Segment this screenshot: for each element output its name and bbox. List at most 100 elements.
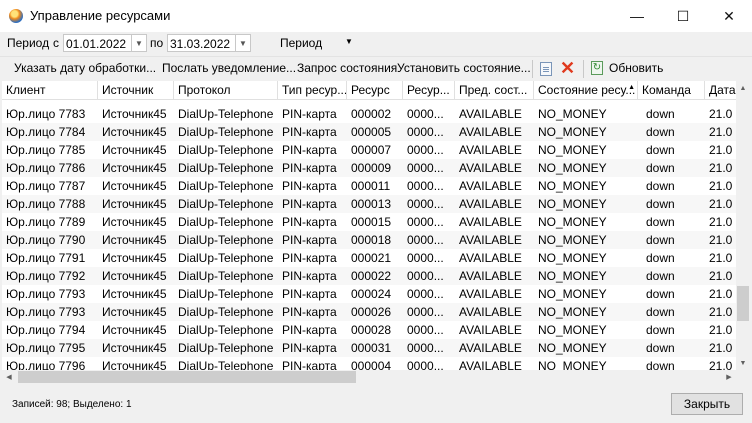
cell-prev-state: AVAILABLE bbox=[459, 125, 522, 139]
cell-resource-type: PIN-карта bbox=[282, 125, 337, 139]
set-state-button[interactable]: Установить состояние... bbox=[397, 61, 531, 75]
table-row[interactable]: Юр.лицо 7790 Источник45 DialUp-Telephone PI… bbox=[2, 231, 738, 249]
maximize-button[interactable]: ☐ bbox=[660, 0, 706, 32]
column-header-resource-state[interactable]: Состояние ресу... ▲ bbox=[534, 81, 638, 99]
cell-command: down bbox=[646, 215, 675, 229]
cell-resource: 000028 bbox=[351, 323, 392, 337]
cell-resource: 000015 bbox=[351, 215, 392, 229]
cell-resource-state: NO_MONEY bbox=[538, 341, 607, 355]
scroll-up-icon[interactable]: ▲ bbox=[736, 81, 750, 95]
cell-resource: 000021 bbox=[351, 251, 392, 265]
cell-resource: 000005 bbox=[351, 125, 392, 139]
column-header-client[interactable]: Клиент bbox=[2, 81, 98, 99]
cell-protocol: DialUp-Telephone bbox=[178, 287, 274, 301]
cell-protocol: DialUp-Telephone bbox=[178, 323, 274, 337]
vertical-scroll-thumb[interactable] bbox=[737, 286, 749, 321]
cell-command: down bbox=[646, 179, 675, 193]
query-state-button[interactable]: Запрос состояния bbox=[297, 61, 397, 75]
column-header-resource-state-label: Состояние ресу... bbox=[538, 83, 636, 97]
cell-command: down bbox=[646, 143, 675, 157]
table-row[interactable]: Юр.лицо 7794 Источник45 DialUp-Telephone PI… bbox=[2, 321, 738, 339]
column-header-resource-2[interactable]: Ресур... bbox=[403, 81, 455, 99]
cell-client: Юр.лицо 7793 bbox=[6, 287, 86, 301]
table-row[interactable]: Юр.лицо 7787 Источник45 DialUp-Telephone PI… bbox=[2, 177, 738, 195]
table-row[interactable]: Юр.лицо 7785 Источник45 DialUp-Telephone PI… bbox=[2, 141, 738, 159]
table-row[interactable]: Юр.лицо 7791 Источник45 DialUp-Telephone PI… bbox=[2, 249, 738, 267]
refresh-button[interactable]: Обновить bbox=[609, 61, 663, 75]
cell-resource-state: NO_MONEY bbox=[538, 161, 607, 175]
cell-protocol: DialUp-Telephone bbox=[178, 251, 274, 265]
cell-resource-type: PIN-карта bbox=[282, 179, 337, 193]
period-type-select[interactable]: Период ▼ bbox=[280, 36, 360, 50]
cell-resource-type: PIN-карта bbox=[282, 107, 337, 121]
cell-resource-2: 0000... bbox=[407, 323, 444, 337]
delete-icon[interactable]: ✕ bbox=[560, 59, 575, 77]
column-header-resource[interactable]: Ресурс bbox=[347, 81, 403, 99]
cell-resource-state: NO_MONEY bbox=[538, 233, 607, 247]
cell-resource: 000009 bbox=[351, 161, 392, 175]
app-globe-icon bbox=[9, 9, 23, 23]
table-row[interactable]: Юр.лицо 7789 Источник45 DialUp-Telephone PI… bbox=[2, 213, 738, 231]
cell-protocol: DialUp-Telephone bbox=[178, 161, 274, 175]
cell-resource-state: NO_MONEY bbox=[538, 269, 607, 283]
cell-source: Источник45 bbox=[102, 341, 167, 355]
from-label: с bbox=[53, 36, 59, 50]
close-button[interactable]: Закрыть bbox=[671, 393, 743, 415]
cell-resource-type: PIN-карта bbox=[282, 323, 337, 337]
cell-command: down bbox=[646, 161, 675, 175]
date-to-picker[interactable]: 31.03.2022 ▼ bbox=[167, 34, 251, 52]
cell-resource-type: PIN-карта bbox=[282, 287, 337, 301]
refresh-icon[interactable]: ↻ bbox=[591, 61, 603, 75]
period-type-value: Период bbox=[280, 36, 323, 50]
period-filter-bar: Период с 01.01.2022 ▼ по 31.03.2022 ▼ Пе… bbox=[0, 32, 752, 54]
close-window-button[interactable]: ✕ bbox=[706, 0, 752, 32]
table-row[interactable]: Юр.лицо 7795 Источник45 DialUp-Telephone PI… bbox=[2, 339, 738, 357]
cell-client: Юр.лицо 7791 bbox=[6, 251, 86, 265]
resources-table[interactable]: Клиент Источник Протокол Тип ресур... Ре… bbox=[2, 81, 750, 384]
cell-source: Источник45 bbox=[102, 269, 167, 283]
table-row[interactable]: Юр.лицо 7783 Источник45 DialUp-Telephone PI… bbox=[2, 105, 738, 123]
cell-source: Источник45 bbox=[102, 233, 167, 247]
cell-source: Источник45 bbox=[102, 323, 167, 337]
cell-source: Источник45 bbox=[102, 107, 167, 121]
scroll-left-icon[interactable]: ◀ bbox=[2, 370, 16, 384]
table-row[interactable]: Юр.лицо 7793 Источник45 DialUp-Telephone PI… bbox=[2, 285, 738, 303]
cell-protocol: DialUp-Telephone bbox=[178, 305, 274, 319]
set-processing-date-button[interactable]: Указать дату обработки... bbox=[14, 61, 156, 75]
table-row[interactable]: Юр.лицо 7793 Источник45 DialUp-Telephone PI… bbox=[2, 303, 738, 321]
cell-resource-type: PIN-карта bbox=[282, 143, 337, 157]
date-to-dropdown-icon[interactable]: ▼ bbox=[235, 35, 250, 51]
table-row[interactable]: Юр.лицо 7784 Источник45 DialUp-Telephone PI… bbox=[2, 123, 738, 141]
column-header-prev-state[interactable]: Пред. сост... bbox=[455, 81, 534, 99]
minimize-button[interactable]: — bbox=[614, 0, 660, 32]
toolbar-separator bbox=[583, 60, 584, 78]
send-notification-button[interactable]: Послать уведомление... bbox=[162, 61, 296, 75]
sort-ascending-icon: ▲ bbox=[628, 84, 635, 91]
column-header-resource-type[interactable]: Тип ресур... bbox=[278, 81, 347, 99]
cell-resource-2: 0000... bbox=[407, 107, 444, 121]
scroll-down-icon[interactable]: ▼ bbox=[736, 356, 750, 370]
column-header-command[interactable]: Команда bbox=[638, 81, 705, 99]
cell-source: Источник45 bbox=[102, 197, 167, 211]
horizontal-scroll-thumb[interactable] bbox=[18, 371, 356, 383]
table-row[interactable]: Юр.лицо 7786 Источник45 DialUp-Telephone PI… bbox=[2, 159, 738, 177]
column-header-source[interactable]: Источник bbox=[98, 81, 174, 99]
vertical-scrollbar[interactable]: ▲ ▼ bbox=[736, 81, 750, 370]
cell-client: Юр.лицо 7794 bbox=[6, 323, 86, 337]
cell-prev-state: AVAILABLE bbox=[459, 161, 522, 175]
cell-client: Юр.лицо 7790 bbox=[6, 233, 86, 247]
date-from-dropdown-icon[interactable]: ▼ bbox=[131, 35, 146, 51]
cell-resource-2: 0000... bbox=[407, 143, 444, 157]
scroll-right-icon[interactable]: ▶ bbox=[722, 370, 736, 384]
date-from-value: 01.01.2022 bbox=[66, 37, 127, 51]
horizontal-scrollbar[interactable]: ◀ ▶ bbox=[2, 370, 736, 384]
cell-prev-state: AVAILABLE bbox=[459, 341, 522, 355]
column-header-protocol[interactable]: Протокол bbox=[174, 81, 278, 99]
cell-prev-state: AVAILABLE bbox=[459, 215, 522, 229]
table-row[interactable]: Юр.лицо 7788 Источник45 DialUp-Telephone PI… bbox=[2, 195, 738, 213]
cell-prev-state: AVAILABLE bbox=[459, 197, 522, 211]
cell-prev-state: AVAILABLE bbox=[459, 323, 522, 337]
document-icon[interactable] bbox=[540, 62, 552, 76]
table-row[interactable]: Юр.лицо 7792 Источник45 DialUp-Telephone PI… bbox=[2, 267, 738, 285]
date-from-picker[interactable]: 01.01.2022 ▼ bbox=[63, 34, 147, 52]
